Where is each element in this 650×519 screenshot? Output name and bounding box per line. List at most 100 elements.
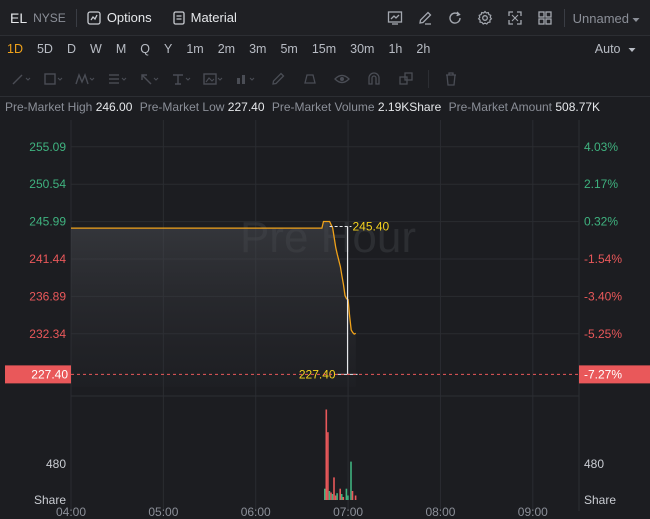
time-tick-label: 04:00 [56, 505, 86, 519]
percent-tick-label: 0.32% [584, 215, 618, 229]
volume-bar [331, 494, 334, 500]
percent-tick-label: -3.40% [584, 289, 622, 303]
timeframe-bar: 1D 5D D W M Q Y 1m 2m 3m 5m 15m 30m 1h 2h [0, 36, 650, 62]
options-button[interactable]: Options [87, 10, 152, 25]
arrow-tool-icon[interactable] [134, 64, 166, 94]
time-tick-label: 07:00 [333, 505, 363, 519]
volume-bar [350, 461, 352, 500]
price-area-fill [71, 221, 356, 387]
volume-bar [347, 495, 349, 500]
trash-icon[interactable] [435, 64, 467, 94]
scale-mode-dropdown[interactable]: Auto [595, 36, 636, 62]
timeframe-5m[interactable]: 5m [273, 36, 304, 62]
rectangle-tool-icon[interactable] [38, 64, 70, 94]
edit-icon[interactable] [410, 0, 440, 36]
volume-bar [328, 491, 331, 500]
top-bar: EL NYSE Options Material Unnamed [0, 0, 650, 36]
layout-grid-icon[interactable] [530, 0, 560, 36]
volume-bar [333, 477, 335, 500]
timeframe-m[interactable]: M [109, 36, 133, 62]
timeframe-1d[interactable]: 1D [0, 36, 30, 62]
image-tool-icon[interactable] [198, 64, 230, 94]
pattern-tool-icon[interactable] [70, 64, 102, 94]
timeframe-15m[interactable]: 15m [305, 36, 343, 62]
timeframe-q[interactable]: Q [133, 36, 157, 62]
timeframe-w[interactable]: W [83, 36, 109, 62]
time-tick-label: 06:00 [241, 505, 271, 519]
timeframe-1m[interactable]: 1m [179, 36, 210, 62]
timeframe-1h[interactable]: 1h [381, 36, 409, 62]
timeframe-d[interactable]: D [60, 36, 83, 62]
options-icon [87, 10, 101, 25]
volume-bar [340, 494, 343, 500]
current-pct-tag-label: -7.27% [584, 367, 622, 381]
timeframe-5d[interactable]: 5D [30, 36, 60, 62]
volume-bar [325, 409, 328, 500]
time-tick-label: 05:00 [148, 505, 178, 519]
volume-bar [330, 492, 332, 500]
fibonacci-tool-icon[interactable] [102, 64, 134, 94]
timeframe-2h[interactable]: 2h [409, 36, 437, 62]
drawing-toolbar [0, 64, 650, 94]
eye-icon[interactable] [326, 64, 358, 94]
timeframe-y[interactable]: Y [157, 36, 179, 62]
trend-line-tool-icon[interactable] [6, 64, 38, 94]
divider [75, 8, 77, 27]
volume-tick-label: 480 [46, 457, 66, 471]
percent-tick-label: -5.25% [584, 327, 622, 341]
document-icon [172, 10, 185, 25]
premarket-volume-label: Pre-Market Volume [271, 100, 375, 114]
volume-bar [354, 495, 357, 500]
top-right-toolbar: Unnamed [380, 0, 640, 36]
divider [563, 9, 565, 27]
volume-tick-label-right: 480 [584, 457, 604, 471]
volume-bar [324, 488, 326, 500]
premarket-low-label: Pre-Market Low [139, 100, 225, 114]
price-tick-label: 241.44 [29, 252, 66, 266]
fullscreen-icon[interactable] [500, 0, 530, 36]
lock-drawing-icon[interactable] [262, 64, 294, 94]
material-label: Material [190, 10, 237, 25]
premarket-high-label: Pre-Market High [5, 100, 93, 114]
premarket-amount-value: 508.77K [555, 100, 601, 114]
timeframe-30m[interactable]: 30m [343, 36, 381, 62]
time-tick-label: 09:00 [518, 505, 548, 519]
price-tick-label: 236.89 [29, 289, 66, 303]
material-button[interactable]: Material [172, 10, 237, 25]
volume-bar [342, 497, 345, 500]
timeframe-3m[interactable]: 3m [242, 36, 273, 62]
premarket-volume-value: 2.19KShare [377, 100, 442, 114]
volume-bar [351, 491, 354, 500]
percent-tick-label: 4.03% [584, 140, 618, 154]
price-chart[interactable]: 255.09 4.03% 250.54 2.17% 245.99 0.32% 241.44 -… [0, 120, 650, 519]
volume-bar [336, 493, 338, 500]
premarket-low-value: 227.40 [227, 100, 265, 114]
group-icon[interactable] [390, 64, 422, 94]
measure-tool-icon[interactable] [230, 64, 262, 94]
caret-down-icon [632, 11, 640, 26]
high-marker-label: 245.40 [352, 219, 389, 233]
percent-tick-label: -1.54% [584, 252, 622, 266]
price-tick-label: 255.09 [29, 140, 66, 154]
settings-gear-icon[interactable] [470, 0, 500, 36]
percent-tick-label: 2.17% [584, 177, 618, 191]
divider [0, 96, 650, 97]
timeframe-2m[interactable]: 2m [211, 36, 242, 62]
volume-bar [327, 432, 329, 500]
indicator-chart-icon[interactable] [380, 0, 410, 36]
premarket-amount-label: Pre-Market Amount [448, 100, 552, 114]
symbol-ticker[interactable]: EL [10, 10, 27, 26]
volume-bar [334, 495, 337, 500]
hide-drawing-icon[interactable] [294, 64, 326, 94]
price-tick-label: 232.34 [29, 327, 66, 341]
magnet-icon[interactable] [358, 64, 390, 94]
layout-name: Unnamed [572, 10, 629, 26]
volume-axis-unit-right: Share [584, 493, 616, 507]
options-label: Options [106, 10, 152, 25]
volume-bar [345, 488, 348, 500]
refresh-icon[interactable] [440, 0, 470, 36]
text-tool-icon[interactable] [166, 64, 198, 94]
price-tick-label: 250.54 [29, 177, 66, 191]
layout-selector[interactable]: Unnamed [573, 11, 640, 26]
